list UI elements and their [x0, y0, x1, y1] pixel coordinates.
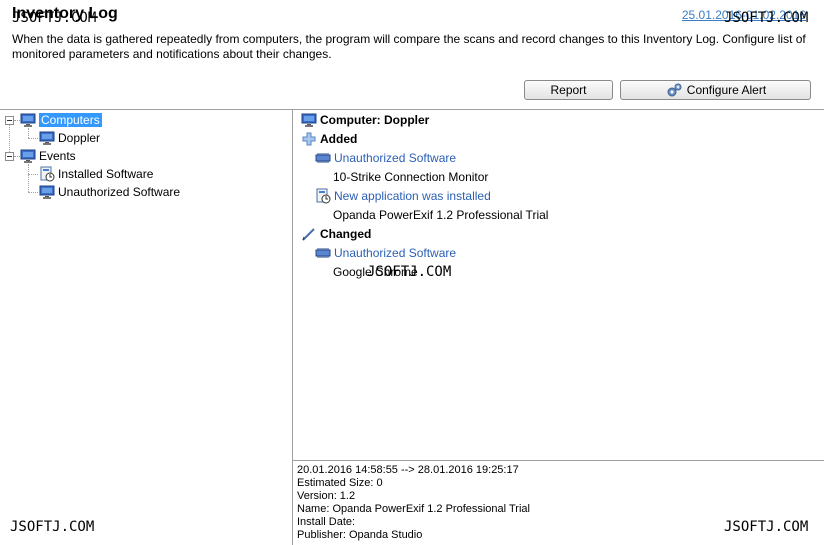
changed-label: Changed [320, 227, 372, 241]
computer-heading-text: Computer: Doppler [320, 113, 430, 127]
added-item2-category-text: New application was installed [334, 189, 491, 203]
watermark: JSOFTJ.COM [12, 10, 97, 26]
tree-item-events[interactable]: Events [20, 147, 76, 164]
changed-item1-category[interactable]: Unauthorized Software [315, 244, 456, 262]
tree-line [28, 164, 30, 192]
added-item1-category-text: Unauthorized Software [334, 151, 457, 165]
header-panel: Inventory Log 25.01.2016-01.02.2016 When… [0, 0, 824, 110]
watermark: JSOFTJ.COM [724, 10, 809, 26]
collapse-events-toggle[interactable] [5, 152, 14, 161]
tree-item-label: Doppler [58, 130, 101, 145]
tree-line [28, 174, 38, 176]
tree-item-label: Events [39, 148, 76, 163]
tree-item-computers[interactable]: Computers [20, 111, 102, 128]
memory-chip-icon [315, 150, 331, 166]
plus-icon [301, 131, 317, 147]
computer-icon [20, 148, 36, 164]
tree-item-label: Unauthorized Software [58, 184, 181, 199]
gear-icon [665, 82, 683, 98]
computer-icon [39, 184, 55, 200]
changed-item1-category-text: Unauthorized Software [334, 246, 457, 260]
changed-section-heading: Changed [301, 225, 371, 243]
added-item2-category[interactable]: New application was installed [315, 187, 491, 205]
added-item1-category[interactable]: Unauthorized Software [315, 149, 456, 167]
added-item1-value: 10-Strike Connection Monitor [333, 170, 489, 184]
configure-alert-label: Configure Alert [686, 83, 767, 97]
watermark: JSOFTJ.COM [367, 264, 452, 280]
memory-chip-icon [315, 245, 331, 261]
tree-item-doppler[interactable]: Doppler [39, 129, 100, 146]
tree-line [28, 138, 38, 140]
install-icon [315, 188, 331, 204]
details-estimated-size: Estimated Size: 0 [297, 477, 383, 489]
collapse-computers-toggle[interactable] [5, 116, 14, 125]
watermark: JSOFTJ.COM [10, 519, 95, 535]
tree-item-label: Computers [39, 112, 102, 127]
details-divider [293, 460, 824, 461]
configure-alert-button[interactable]: Configure Alert [620, 80, 811, 100]
pencil-icon [301, 226, 317, 242]
details-date-range: 20.01.2016 14:58:55 --> 28.01.2016 19:25… [297, 464, 519, 476]
added-label: Added [320, 132, 358, 146]
computer-heading: Computer: Doppler [301, 111, 429, 129]
tree-line [28, 192, 38, 194]
added-section-heading: Added [301, 130, 357, 148]
watermark: JSOFTJ.COM [724, 519, 809, 535]
computer-icon [301, 112, 317, 128]
computer-icon [39, 130, 55, 146]
computer-icon [20, 112, 36, 128]
tree-item-installed-software[interactable]: Installed Software [39, 165, 153, 182]
added-item2-value: Opanda PowerExif 1.2 Professional Trial [333, 208, 549, 222]
details-name: Name: Opanda PowerExif 1.2 Professional … [297, 503, 530, 515]
tree-line [28, 128, 30, 138]
tree-item-label: Installed Software [58, 166, 154, 181]
details-version: Version: 1.2 [297, 490, 356, 502]
install-icon [39, 166, 55, 182]
report-button[interactable]: Report [524, 80, 613, 100]
tree-item-unauthorized-software[interactable]: Unauthorized Software [39, 183, 180, 200]
page-description: When the data is gathered repeatedly fro… [12, 32, 806, 61]
